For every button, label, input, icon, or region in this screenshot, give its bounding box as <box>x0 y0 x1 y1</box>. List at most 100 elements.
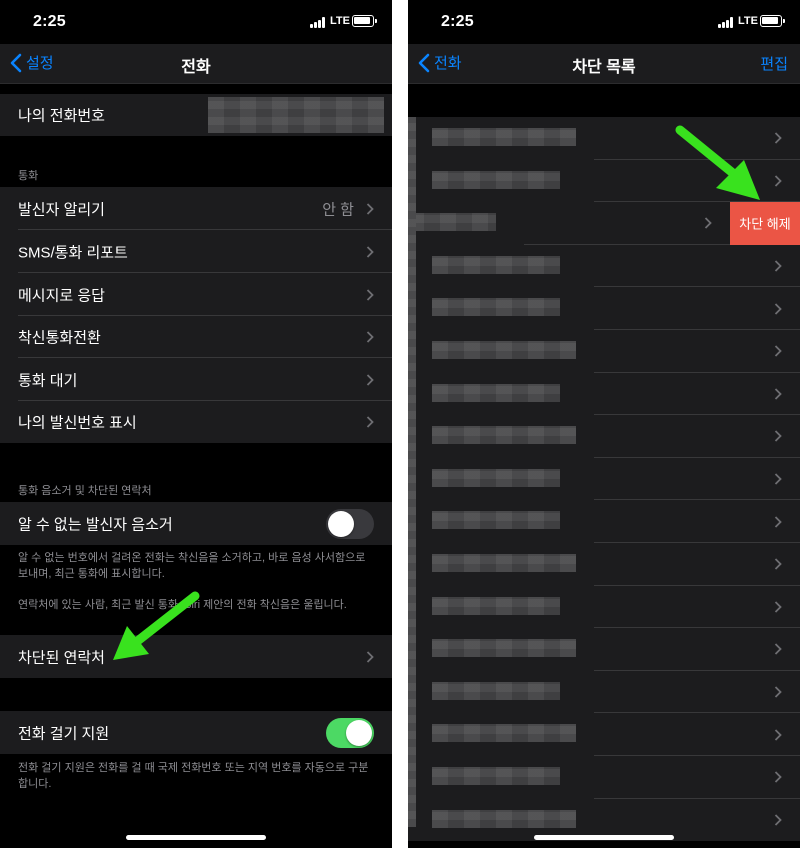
chevron-right-icon <box>774 345 782 357</box>
edit-button[interactable]: 편집 <box>760 53 788 74</box>
silence-unknown-callers-label: 알 수 없는 발신자 음소거 <box>18 516 173 533</box>
respond-with-text-row[interactable]: 메시지로 응답 <box>0 273 392 316</box>
redacted-contact <box>432 554 576 572</box>
status-time: 2:25 <box>33 13 66 30</box>
redacted-contact <box>432 341 576 359</box>
chevron-right-icon <box>774 771 782 783</box>
page-title: 전화 <box>181 59 211 76</box>
unblock-button[interactable]: 차단 해제 <box>730 202 800 245</box>
home-indicator[interactable] <box>534 835 674 840</box>
battery-icon <box>352 15 377 27</box>
battery-icon <box>760 15 785 27</box>
chevron-right-icon <box>774 473 782 485</box>
blocked-contact-row[interactable] <box>408 756 800 799</box>
blocked-contact-row[interactable] <box>408 628 800 671</box>
chevron-right-icon <box>774 814 782 826</box>
page-title: 차단 목록 <box>572 59 636 76</box>
redacted-contact <box>432 383 560 402</box>
chevron-right-icon <box>366 288 374 301</box>
caller-id-label: 발신자 알리기 <box>18 201 105 218</box>
dial-assist-footer: 전화 걸기 지원은 전화를 걸 때 국제 전화번호 또는 지역 번호를 자동으로… <box>18 762 369 790</box>
redacted-contact <box>408 213 496 232</box>
signal-icon <box>718 17 734 28</box>
blocked-contact-row[interactable] <box>408 244 800 288</box>
pointer-arrow-icon <box>675 125 760 200</box>
blocked-contact-row[interactable] <box>408 713 800 756</box>
chevron-right-icon <box>774 601 782 613</box>
my-number-row[interactable]: 나의 전화번호 <box>0 94 392 136</box>
blocked-contact-row[interactable] <box>408 670 800 714</box>
phone-blocked-list-screen: 2:25 LTE 전화 차단 목록 편집 차단 해제 <box>408 0 800 848</box>
redacted-contact <box>432 255 560 274</box>
redacted-contact <box>432 426 576 445</box>
show-my-caller-id-row[interactable]: 나의 발신번호 표시 <box>0 401 392 443</box>
navigation-bar: 전화 차단 목록 편집 <box>408 44 800 84</box>
chevron-right-icon <box>774 430 782 443</box>
dial-assist-row: 전화 걸기 지원 <box>0 711 392 754</box>
chevron-right-icon <box>774 303 782 315</box>
redacted-contact <box>432 468 560 487</box>
section-header-calls: 통화 <box>18 170 39 182</box>
chevron-right-icon <box>774 260 782 272</box>
chevron-right-icon <box>774 558 782 570</box>
blocked-contacts-label: 차단된 연락처 <box>18 649 105 666</box>
phone-settings-screen: 2:25 LTE 설정 전화 나의 전화번호 통화 발신자 알리기 안 함 SM… <box>0 0 392 848</box>
redacted-phone-number <box>208 97 384 133</box>
network-label: LTE <box>738 15 758 27</box>
chevron-right-icon <box>366 373 374 386</box>
blocked-contact-row[interactable] <box>408 330 800 373</box>
chevron-right-icon <box>366 245 374 258</box>
chevron-right-icon <box>366 331 374 343</box>
redacted-contact <box>432 639 576 658</box>
blocked-contact-row[interactable] <box>408 202 730 245</box>
chevron-right-icon <box>366 416 374 428</box>
caller-id-value: 안 함 <box>322 201 354 218</box>
silence-unknown-callers-toggle[interactable] <box>326 508 374 539</box>
dial-assist-label: 전화 걸기 지원 <box>18 725 110 742</box>
show-my-caller-id-label: 나의 발신번호 표시 <box>18 414 137 432</box>
call-forwarding-row[interactable]: 착신통화전환 <box>0 316 392 358</box>
toggle-knob <box>328 510 354 537</box>
redacted-contact <box>432 170 560 189</box>
call-waiting-row[interactable]: 통화 대기 <box>0 358 392 401</box>
blocked-contact-row[interactable] <box>408 543 800 586</box>
redacted-contact <box>408 117 416 827</box>
silence-unknown-callers-row: 알 수 없는 발신자 음소거 <box>0 502 392 545</box>
blocked-contact-row[interactable] <box>408 372 800 416</box>
blocked-contact-row[interactable] <box>408 415 800 458</box>
home-indicator[interactable] <box>126 835 266 840</box>
caller-id-row[interactable]: 발신자 알리기 안 함 <box>0 187 392 230</box>
chevron-right-icon <box>366 650 374 663</box>
blocked-contact-row[interactable] <box>408 287 800 330</box>
toggle-knob <box>346 719 372 746</box>
blocked-contact-row[interactable] <box>408 585 800 629</box>
my-number-label: 나의 전화번호 <box>18 107 105 125</box>
sms-call-report-label: SMS/통화 리포트 <box>18 244 128 261</box>
chevron-right-icon <box>774 686 782 698</box>
chevron-right-icon <box>704 217 712 230</box>
chevron-right-icon <box>774 132 782 144</box>
redacted-contact <box>432 298 560 317</box>
call-forwarding-label: 착신통화전환 <box>18 329 101 347</box>
unblock-label: 차단 해제 <box>739 216 791 232</box>
blocked-contact-row[interactable] <box>408 457 800 501</box>
respond-with-text-label: 메시지로 응답 <box>18 287 105 304</box>
status-bar: 2:25 LTE <box>0 0 392 44</box>
status-bar: 2:25 LTE <box>408 0 800 44</box>
redacted-contact <box>432 767 560 785</box>
silence-footer-text: 알 수 없는 번호에서 걸려온 전화는 착신음을 소거하고, 바로 음성 사서함… <box>18 552 366 580</box>
redacted-contact <box>432 596 560 615</box>
chevron-right-icon <box>774 729 782 741</box>
signal-icon <box>310 17 326 28</box>
chevron-right-icon <box>366 202 374 215</box>
blocked-contact-row[interactable] <box>408 500 800 543</box>
redacted-contact <box>432 128 576 146</box>
dial-assist-toggle[interactable] <box>326 717 374 748</box>
pointer-arrow-icon <box>113 591 200 660</box>
sms-call-report-row[interactable]: SMS/통화 리포트 <box>0 230 392 273</box>
chevron-right-icon <box>774 643 782 656</box>
chevron-right-icon <box>774 516 782 528</box>
navigation-bar: 설정 전화 <box>0 44 392 84</box>
status-time: 2:25 <box>441 13 474 30</box>
redacted-contact <box>432 809 576 828</box>
